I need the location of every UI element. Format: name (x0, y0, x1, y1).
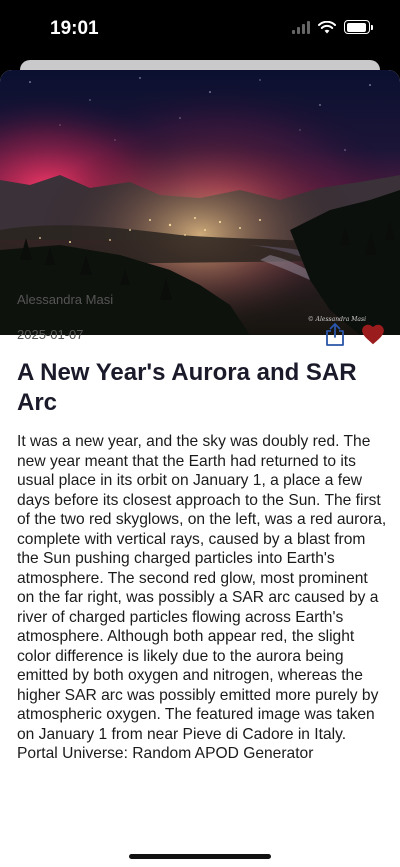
copyright-text: Alessandra Masi (17, 292, 114, 307)
wifi-icon (318, 20, 336, 33)
apod-date: 2025-01-07 (17, 327, 84, 342)
share-button[interactable] (322, 322, 348, 348)
heart-filled-icon (362, 324, 384, 345)
home-indicator[interactable] (129, 854, 271, 859)
favorite-button[interactable] (360, 321, 386, 347)
apod-title: A New Year's Aurora and SAR Arc (17, 359, 357, 416)
apod-explanation: It was a new year, and the sky was doubl… (17, 433, 387, 762)
status-icons (292, 20, 373, 34)
share-icon (326, 323, 344, 346)
battery-icon (344, 20, 373, 34)
cellular-signal-icon (292, 20, 310, 34)
status-bar: 19:01 (0, 0, 400, 60)
status-time: 19:01 (50, 18, 99, 39)
